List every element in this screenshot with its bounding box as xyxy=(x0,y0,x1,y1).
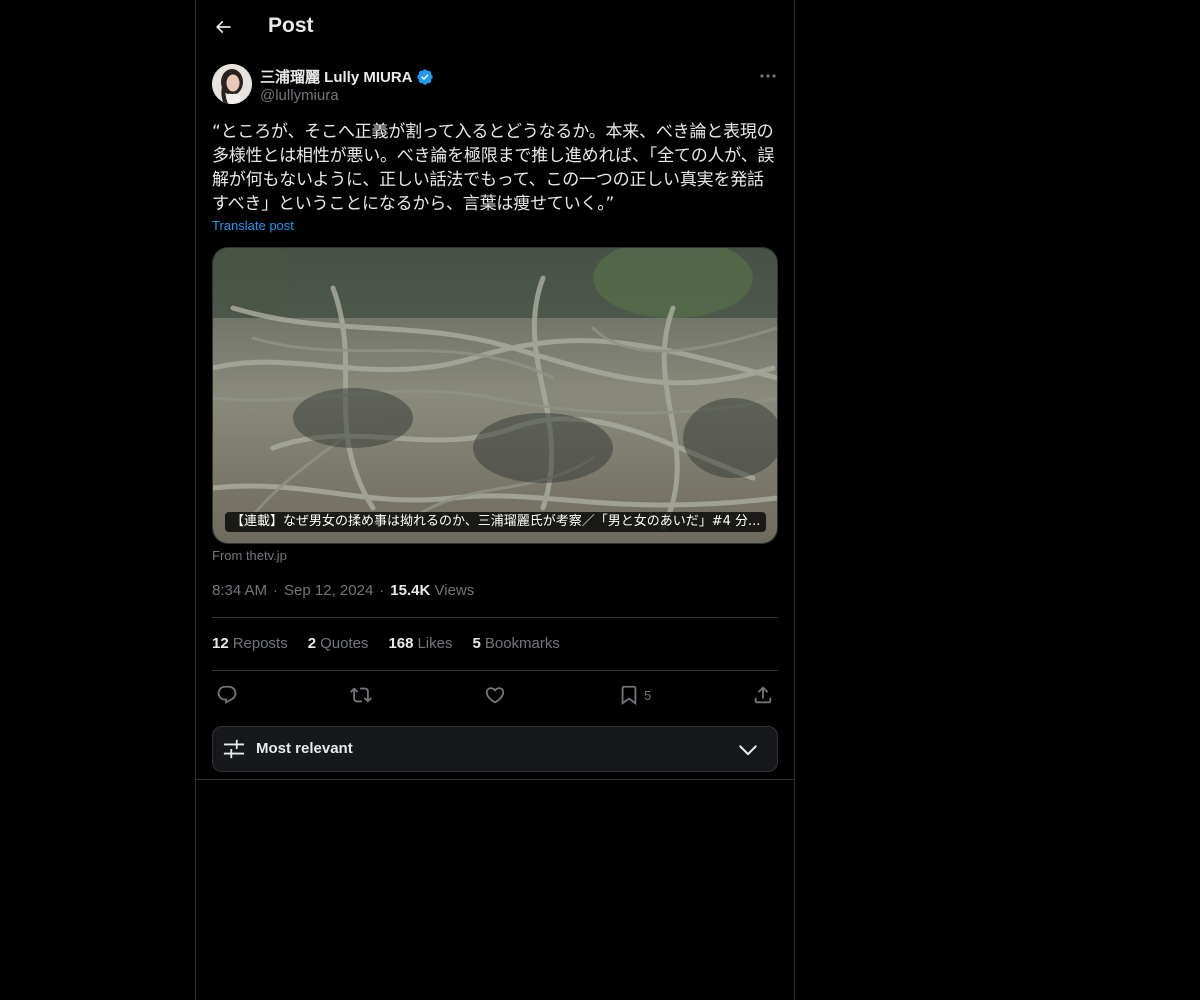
back-button[interactable] xyxy=(206,10,240,44)
divider xyxy=(196,779,794,780)
main-column: Post 三浦瑠麗 Lully MIURA @lullymiura “ところが、… xyxy=(195,0,795,1000)
share-button[interactable] xyxy=(752,683,774,707)
link-card[interactable]: 【連載】なぜ男女の揉め事は拗れるのか、三浦瑠麗氏が考察／「男と女のあいだ」#4 … xyxy=(212,247,778,544)
bookmark-count: 5 xyxy=(644,687,652,703)
author-handle[interactable]: @lullymiura xyxy=(260,87,339,104)
avatar[interactable] xyxy=(212,64,252,104)
heart-icon xyxy=(485,687,505,704)
likes-stat[interactable]: 168 Likes xyxy=(388,635,452,652)
like-button[interactable] xyxy=(484,683,506,707)
post-meta: 8:34 AM · Sep 12, 2024 · 15.4K Views xyxy=(212,582,475,599)
card-caption: 【連載】なぜ男女の揉め事は拗れるのか、三浦瑠麗氏が考察／「男と女のあいだ」#4 … xyxy=(225,512,767,532)
sliders-icon xyxy=(223,739,245,759)
post-date[interactable]: Sep 12, 2024 xyxy=(284,582,373,599)
sort-label: Most relevant xyxy=(256,740,353,757)
page-header: Post xyxy=(196,0,794,54)
post-text: “ところが、そこへ正義が割って入るとどうなるか。本来、べき論と表現の多様性とは相… xyxy=(212,122,775,214)
quotes-stat[interactable]: 2 Quotes xyxy=(308,635,369,652)
avatar-photo xyxy=(212,64,252,104)
page-title: Post xyxy=(268,14,314,37)
views-count: 15.4K xyxy=(390,582,431,599)
post-time[interactable]: 8:34 AM xyxy=(212,582,267,599)
card-image xyxy=(213,248,777,543)
divider xyxy=(212,670,778,671)
author-name-text: 三浦瑠麗 Lully MIURA xyxy=(260,69,413,86)
repost-icon xyxy=(350,687,372,703)
bookmark-button[interactable]: 5 xyxy=(618,683,651,707)
chevron-down-icon xyxy=(739,745,757,756)
translate-post-link[interactable]: Translate post xyxy=(212,218,294,233)
bookmark-icon xyxy=(621,685,637,706)
repost-button[interactable] xyxy=(350,683,372,707)
author-name[interactable]: 三浦瑠麗 Lully MIURA xyxy=(260,66,434,87)
views-label: Views xyxy=(434,582,475,599)
action-bar: 5 xyxy=(212,683,778,707)
engagement-stats: 12 Reposts 2 Quotes 168 Likes 5 Bookmarks xyxy=(212,635,580,652)
share-icon xyxy=(754,686,772,704)
card-source-link[interactable]: From thetv.jp xyxy=(212,548,287,563)
more-horizontal-icon xyxy=(760,74,776,78)
reposts-stat[interactable]: 12 Reposts xyxy=(212,635,288,652)
bookmarks-stat[interactable]: 5 Bookmarks xyxy=(473,635,560,652)
reply-icon xyxy=(217,685,237,704)
more-button[interactable] xyxy=(758,66,778,86)
sort-replies-dropdown[interactable]: Most relevant xyxy=(212,726,778,772)
reply-button[interactable] xyxy=(216,683,238,707)
verified-badge-icon xyxy=(416,68,433,85)
divider xyxy=(212,617,778,618)
arrow-left-icon xyxy=(215,20,231,34)
